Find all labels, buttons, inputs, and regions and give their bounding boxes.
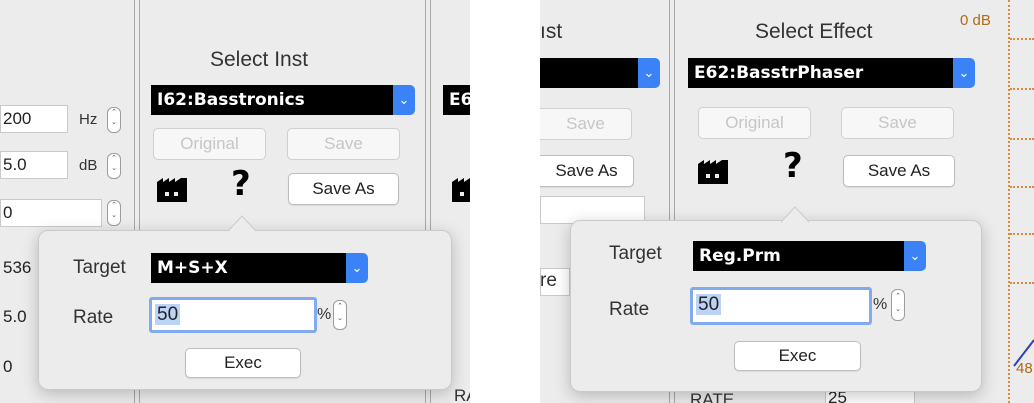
save-as-button-left[interactable]: Save As (540, 155, 634, 187)
zero-db-label: 0 dB (960, 12, 991, 29)
graph-gridline (1010, 38, 1034, 40)
left-screenshot-panel: 200 Hz ⌃ ⌄ 5.0 dB ⌃ ⌄ 0 ⌃ ⌄ 536 5.0 0 Selec… (0, 0, 470, 403)
gain-unit: dB (79, 157, 98, 174)
freq-stepper[interactable]: ⌃ ⌄ (107, 107, 121, 133)
inst-select[interactable]: I62:Basstronics (151, 85, 394, 115)
gain-stepper[interactable]: ⌃ ⌄ (107, 153, 121, 179)
target-label: Target (609, 243, 662, 264)
rate-label: Rate (73, 307, 114, 328)
chevron-down-icon[interactable]: ⌄ (953, 58, 975, 88)
exec-button[interactable]: Exec (185, 348, 301, 378)
popover-arrow (780, 205, 810, 223)
select-effect-title: Select Effect (755, 20, 873, 43)
chevron-down-icon[interactable]: ⌄ (638, 58, 660, 88)
help-icon[interactable]: ? (783, 146, 803, 186)
graph-gridline (1010, 282, 1034, 284)
factory-icon[interactable] (698, 156, 728, 184)
rate-unit: % (873, 296, 888, 313)
effect-select[interactable]: E62:BasstrPhaser (688, 58, 954, 88)
help-popover: Target M+S+X ⌄ Rate 50 % ⌃ ⌄ Exec (38, 230, 452, 390)
rate-input[interactable]: 50 (690, 287, 872, 325)
factory-icon[interactable] (452, 174, 470, 202)
rate-value: 50 (696, 294, 722, 315)
next-column-select[interactable]: E6 (443, 85, 470, 115)
graph-gridline (1010, 186, 1034, 188)
target-label: Target (73, 257, 126, 278)
right-screenshot-panel: ıst ⌄ Save Save As Select Effect E62:Bas… (540, 0, 1034, 403)
popover-arrow (227, 214, 257, 232)
freq-field[interactable]: 200 (0, 105, 68, 133)
rate-value: 50 (155, 304, 181, 325)
original-button[interactable]: Original (153, 128, 266, 160)
chevron-down-icon[interactable]: ⌄ (393, 85, 415, 115)
help-icon[interactable]: ? (231, 164, 251, 204)
graph-border (1008, 0, 1010, 403)
chevron-down-icon[interactable]: ⌄ (904, 241, 926, 271)
save-as-button[interactable]: Save As (288, 173, 399, 205)
gain-field[interactable]: 5.0 (0, 151, 68, 179)
rate-unit: % (317, 306, 332, 323)
param3-field[interactable]: 0 (0, 199, 102, 227)
graph-gridline (1010, 88, 1034, 90)
graph-gridline (1010, 138, 1034, 140)
save-button-left[interactable]: Save (540, 108, 632, 140)
param6-field[interactable]: 0 (0, 353, 40, 381)
help-popover: Target Reg.Prm ⌄ Rate 50 % ⌃ ⌄ Exec (570, 220, 982, 392)
partial-label: re (540, 270, 557, 291)
rate-stepper[interactable]: ⌃ ⌄ (891, 289, 905, 321)
rate-input[interactable]: 50 (149, 297, 317, 333)
param4-field[interactable]: 536 (0, 254, 40, 282)
original-button[interactable]: Original (698, 107, 811, 139)
target-select[interactable]: M+S+X (151, 253, 347, 283)
target-select[interactable]: Reg.Prm (693, 241, 905, 271)
rate-stepper[interactable]: ⌃ ⌄ (333, 300, 347, 330)
save-button[interactable]: Save (287, 128, 400, 160)
param5-field[interactable]: 5.0 (0, 303, 40, 331)
save-as-button[interactable]: Save As (843, 155, 955, 187)
graph-side-label: 48 (1016, 360, 1033, 377)
rate-label-partial: RA (454, 386, 470, 403)
chevron-down-icon[interactable]: ⌄ (346, 253, 368, 283)
factory-icon[interactable] (157, 174, 187, 202)
cut-title: ıst (540, 20, 563, 43)
save-button[interactable]: Save (841, 107, 954, 139)
exec-button[interactable]: Exec (734, 341, 861, 371)
graph-gridline (1010, 233, 1034, 235)
param3-stepper[interactable]: ⌃ ⌄ (107, 200, 121, 226)
inst-select-partial[interactable] (540, 58, 639, 88)
select-inst-title: Select Inst (210, 48, 309, 71)
freq-unit: Hz (79, 111, 98, 128)
rate-label: Rate (609, 299, 650, 320)
